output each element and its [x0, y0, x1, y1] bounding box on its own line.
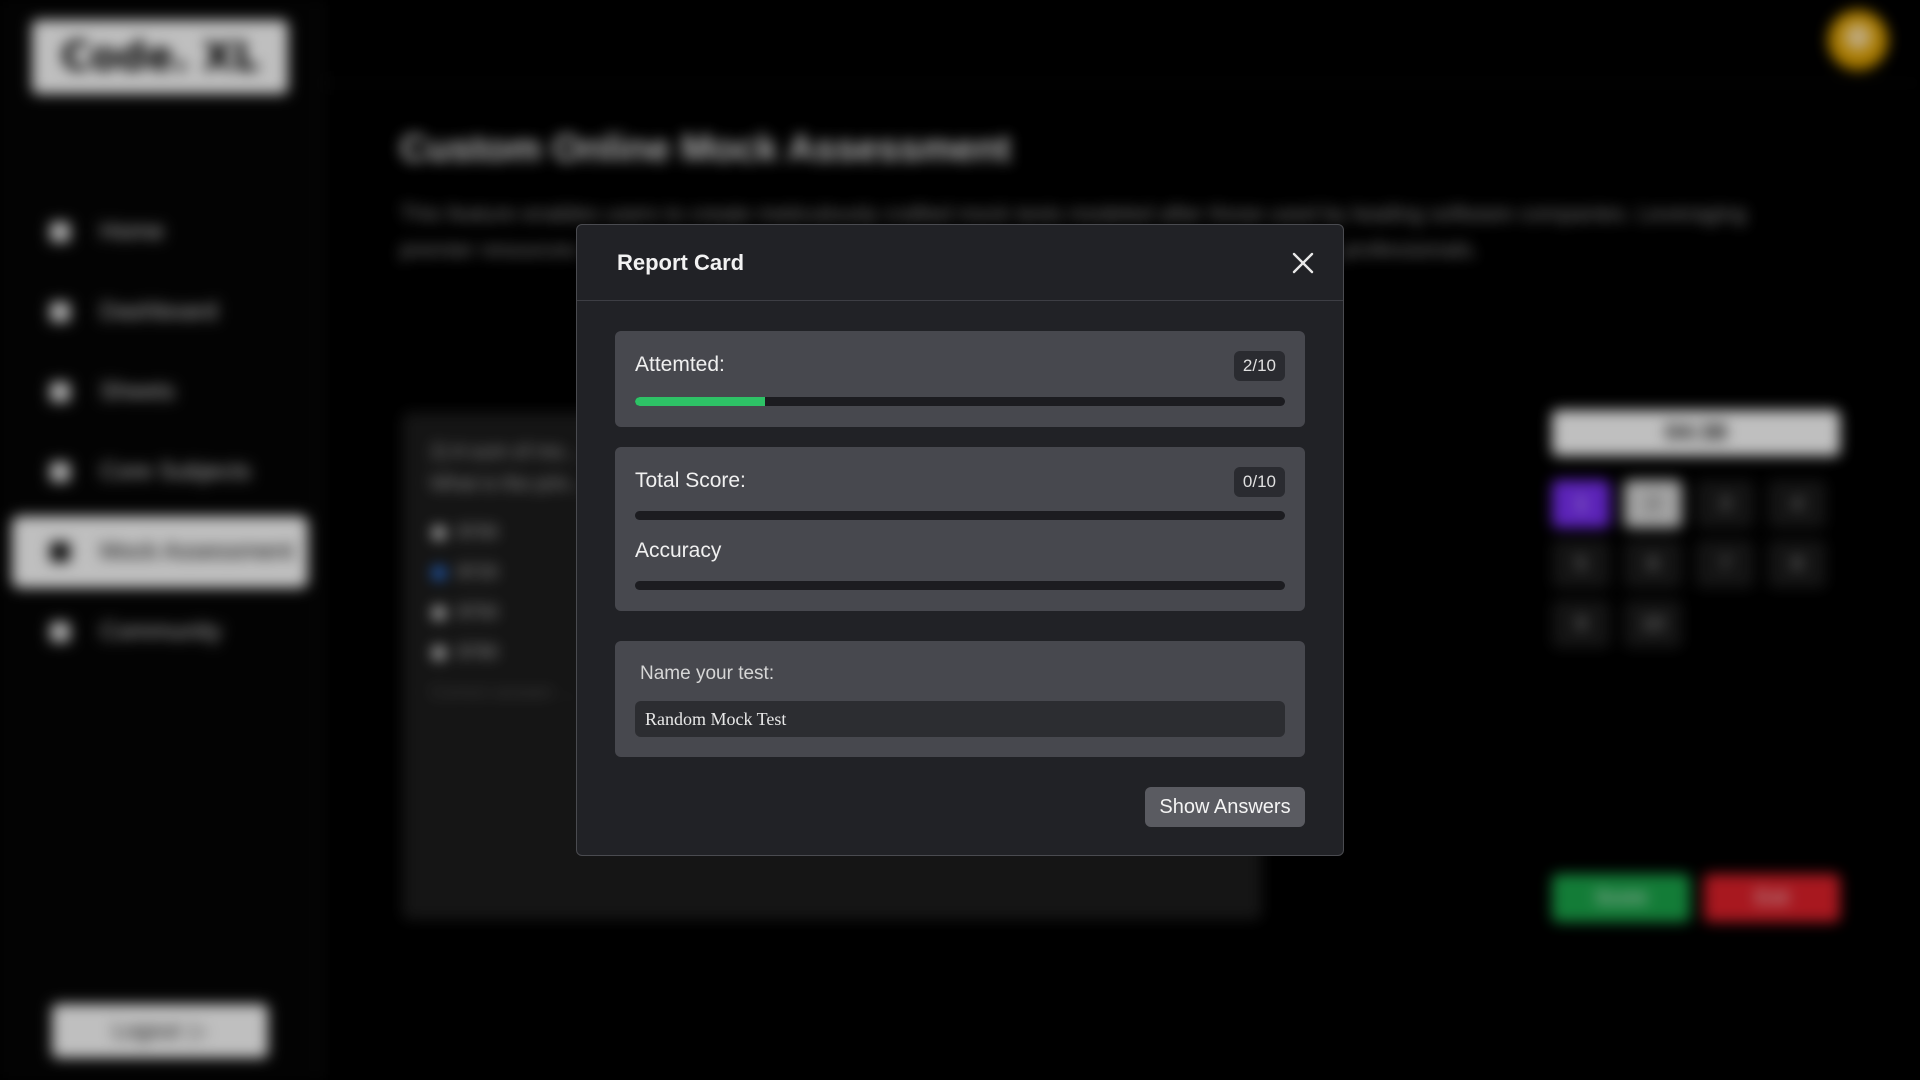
attempted-badge: 2/10	[1233, 351, 1285, 381]
modal-header: Report Card	[577, 225, 1343, 301]
name-test-label: Name your test:	[640, 663, 775, 684]
attempted-label: Attemted:	[635, 353, 725, 376]
accuracy-progress-bar	[635, 581, 1285, 590]
total-score-label: Total Score:	[635, 469, 746, 492]
accuracy-label: Accuracy	[635, 539, 722, 562]
attempted-progress-bar	[635, 397, 1285, 406]
close-button[interactable]	[1287, 247, 1319, 279]
show-answers-button[interactable]: Show Answers	[1145, 787, 1305, 827]
score-panel: Total Score: 0/10 Accuracy	[615, 447, 1305, 611]
attempted-panel: Attemted: 2/10	[615, 331, 1305, 427]
report-card-modal: Report Card Attemted: 2/10 Total Score: …	[576, 224, 1344, 856]
modal-title: Report Card	[617, 249, 745, 275]
total-score-badge: 0/10	[1233, 467, 1285, 497]
attempted-progress-fill	[635, 397, 765, 406]
total-score-progress-bar	[635, 511, 1285, 520]
test-name-input[interactable]	[635, 701, 1285, 737]
close-icon	[1292, 252, 1314, 274]
name-test-panel: Name your test:	[615, 641, 1305, 757]
